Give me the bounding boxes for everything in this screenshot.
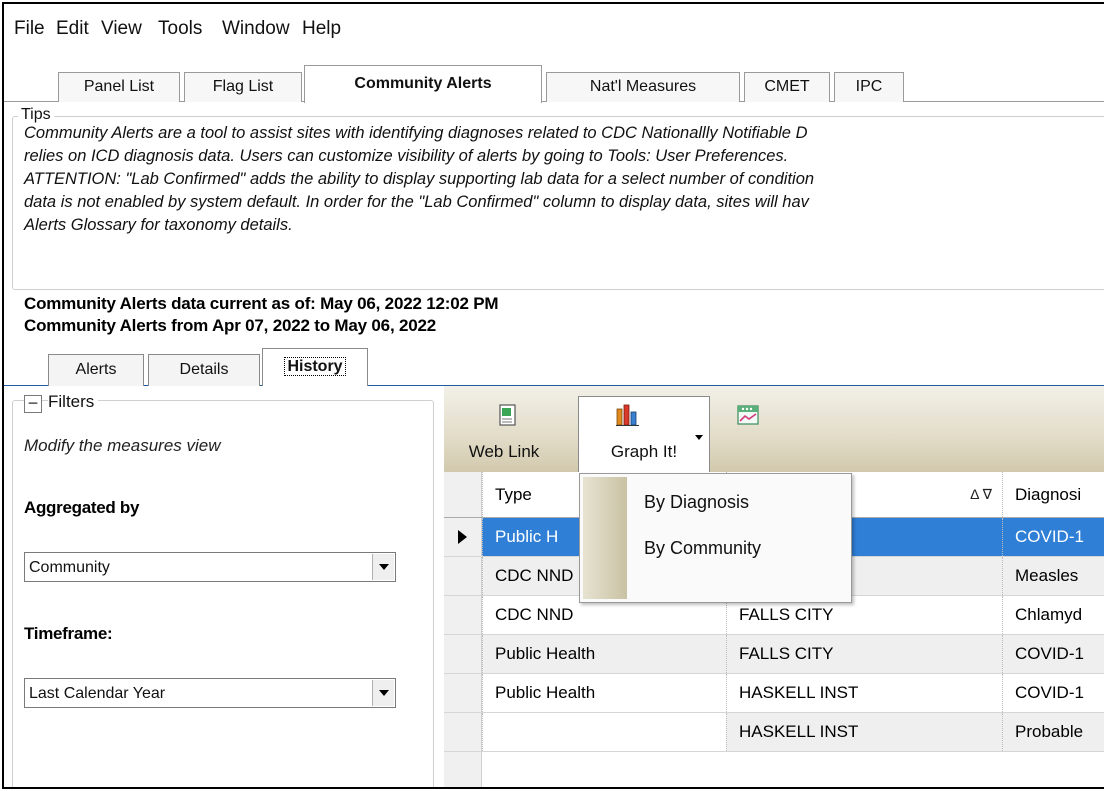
dropdown-arrow-icon[interactable] [372, 680, 394, 706]
chart-window-icon [737, 405, 759, 425]
tips-line: data is not enabled by system default. I… [24, 193, 809, 211]
aggregated-by-label: Aggregated by [24, 498, 140, 517]
menu-window[interactable]: Window [222, 18, 290, 40]
menu-tools[interactable]: Tools [158, 18, 202, 40]
tab-history[interactable]: History [262, 348, 368, 386]
tab-community-alerts[interactable]: Community Alerts [304, 65, 542, 103]
table-row[interactable]: Public Health FALLS CITY COVID-1 [444, 635, 1104, 674]
menu-item-by-community[interactable]: By Community [644, 538, 761, 559]
column-header-diagnosis[interactable]: Diagnosi [1002, 472, 1104, 517]
cell-diagnosis[interactable]: Probable [1002, 713, 1104, 751]
dropdown-arrow-icon[interactable] [372, 554, 394, 580]
table-row [444, 752, 1104, 787]
tab-history-label: History [284, 357, 346, 376]
tips-line: Alerts Glossary for taxonomy details. [24, 216, 293, 234]
current-row-pointer-icon [458, 530, 467, 544]
menu-edit[interactable]: Edit [56, 18, 89, 40]
tips-legend: Tips [18, 106, 54, 124]
tab-details[interactable]: Details [148, 354, 260, 386]
tab-panel-list[interactable]: Panel List [58, 72, 180, 102]
aggregated-by-value: Community [29, 559, 110, 576]
app-window: File Edit View Tools Window Help Panel L… [2, 2, 1104, 789]
cell-community[interactable]: FALLS CITY [726, 635, 1002, 673]
timeframe-value: Last Calendar Year [29, 685, 166, 702]
table-row[interactable]: Public Health HASKELL INST COVID-1 [444, 674, 1104, 713]
sort-filter-icon[interactable]: Δ ∇ [970, 486, 992, 503]
tips-line: ATTENTION: "Lab Confirmed" adds the abil… [24, 170, 815, 188]
tab-cmet[interactable]: CMET [744, 72, 830, 102]
tips-panel: Tips Community Alerts are a tool to assi… [4, 102, 1104, 290]
collapse-filters-button[interactable]: − [24, 394, 42, 413]
web-link-button[interactable]: Web Link [454, 386, 554, 472]
menu-view[interactable]: View [101, 18, 142, 40]
data-current-as-of: Community Alerts data current as of: May… [24, 294, 499, 313]
timeframe-label: Timeframe: [24, 624, 113, 643]
history-toolbar: Web Link Graph It! [444, 386, 1104, 472]
bar-chart-icon [616, 404, 639, 426]
tips-line: relies on ICD diagnosis data. Users can … [24, 147, 789, 165]
cell-type[interactable] [482, 713, 726, 751]
sub-tab-strip: Alerts Details History [4, 344, 1104, 386]
dropdown-caret-icon[interactable] [695, 435, 703, 440]
cell-diagnosis[interactable]: COVID-1 [1002, 635, 1104, 673]
tips-line: Community Alerts are a tool to assist si… [24, 124, 808, 142]
table-row[interactable]: HASKELL INST Probable [444, 713, 1104, 752]
cell-community[interactable]: HASKELL INST [726, 713, 1002, 751]
graph-it-button[interactable]: Graph It! [578, 396, 710, 472]
filters-panel: − Filters Modify the measures view Aggre… [4, 386, 440, 787]
graph-it-menu: By Diagnosis By Community [579, 473, 852, 603]
alerts-date-range: Community Alerts from Apr 07, 2022 to Ma… [24, 316, 437, 335]
history-view: − Filters Modify the measures view Aggre… [4, 386, 1104, 787]
chart-window-button[interactable] [726, 386, 770, 472]
filters-subtitle: Modify the measures view [24, 436, 221, 455]
cell-community[interactable]: HASKELL INST [726, 674, 1002, 712]
aggregated-by-select[interactable]: Community [24, 552, 396, 582]
tab-natl-measures[interactable]: Nat'l Measures [546, 72, 740, 102]
web-page-icon [499, 404, 516, 426]
cell-diagnosis[interactable]: Chlamyd [1002, 596, 1104, 634]
tab-alerts[interactable]: Alerts [48, 354, 144, 386]
graph-it-label: Graph It! [610, 442, 678, 461]
tab-flag-list[interactable]: Flag List [184, 72, 302, 102]
menu-item-by-diagnosis[interactable]: By Diagnosis [644, 492, 749, 513]
timeframe-select[interactable]: Last Calendar Year [24, 678, 396, 708]
menu-file[interactable]: File [14, 18, 45, 40]
menu-help[interactable]: Help [302, 18, 341, 40]
tab-ipc[interactable]: IPC [834, 72, 904, 102]
cell-type[interactable]: Public Health [482, 635, 726, 673]
web-link-label: Web Link [468, 442, 540, 461]
filters-legend: Filters [48, 392, 99, 412]
cell-diagnosis[interactable]: COVID-1 [1002, 518, 1104, 556]
menu-bar: File Edit View Tools Window Help [4, 4, 1104, 59]
main-tab-strip: Panel List Flag List Community Alerts Na… [4, 58, 1104, 103]
cell-type[interactable]: Public Health [482, 674, 726, 712]
cell-diagnosis[interactable]: COVID-1 [1002, 674, 1104, 712]
cell-diagnosis[interactable]: Measles [1002, 557, 1104, 595]
